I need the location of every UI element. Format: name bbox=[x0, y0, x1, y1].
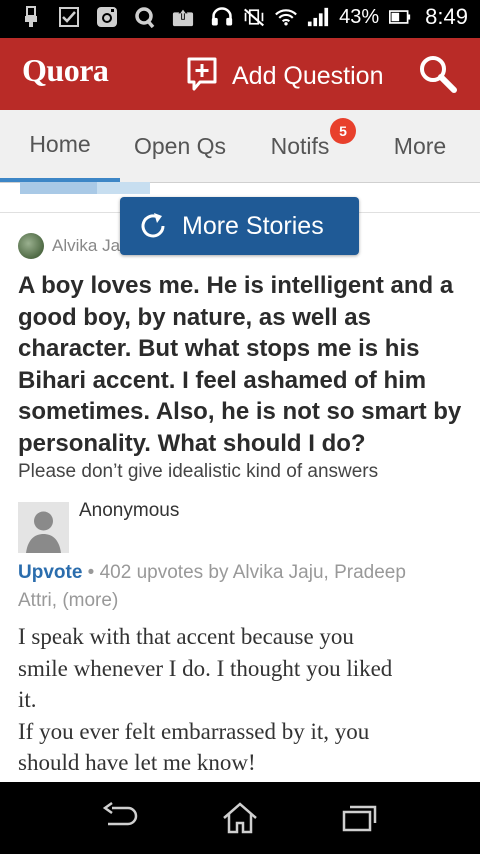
tab-open-qs-label: Open Qs bbox=[133, 132, 227, 159]
battery-icon bbox=[389, 6, 411, 28]
add-question-label: Add Question bbox=[232, 62, 384, 90]
answer-text[interactable]: I speak with that accent because you smi… bbox=[18, 621, 466, 779]
upvote-button[interactable]: Upvote bbox=[18, 562, 82, 583]
upload-icon bbox=[172, 6, 194, 28]
tab-home-label: Home bbox=[29, 130, 91, 157]
add-question-icon bbox=[186, 56, 218, 97]
answer-line: I speak with that accent because you bbox=[18, 624, 354, 649]
question-details: Please don’t give idealistic kind of ans… bbox=[18, 461, 379, 482]
notification-icons bbox=[20, 6, 194, 28]
tab-bar: Home Open Qs Notifs 5 More bbox=[0, 110, 480, 183]
headset-icon bbox=[211, 6, 233, 28]
tab-open-qs[interactable]: Open Qs bbox=[120, 110, 240, 182]
upvote-line: Upvote • 402 upvotes by Alvika Jaju, Pra… bbox=[18, 559, 466, 615]
back-icon[interactable] bbox=[100, 800, 140, 836]
instagram-icon bbox=[96, 6, 118, 28]
question-line: Bihari accent. I feel ashamed of him bbox=[18, 366, 427, 394]
system-nav-bar bbox=[0, 782, 480, 854]
answer-line: it. bbox=[18, 687, 37, 712]
wifi-icon bbox=[275, 6, 298, 28]
q-icon bbox=[134, 6, 156, 28]
status-bar: 43% 8:49 bbox=[0, 0, 480, 38]
upvote-count: • 402 upvotes by Alvika Jaju, Pradeep bbox=[82, 562, 406, 583]
tab-more-label: More bbox=[393, 132, 447, 159]
clock: 8:49 bbox=[425, 4, 468, 29]
tab-notifs-label: Notifs bbox=[270, 132, 330, 159]
battery-percent: 43% bbox=[339, 5, 380, 28]
tab-more[interactable]: More bbox=[360, 110, 480, 182]
question-title[interactable]: A boy loves me. He is intelligent and a … bbox=[18, 270, 466, 459]
tab-home[interactable]: Home bbox=[0, 110, 120, 182]
more-stories-button[interactable]: More Stories bbox=[120, 197, 359, 255]
notifs-badge: 5 bbox=[330, 118, 356, 144]
question-line: sometimes. Also, he is not so smart by bbox=[18, 398, 462, 425]
checkbox-icon bbox=[58, 6, 80, 28]
question-line: A boy loves me. He is intelligent and a bbox=[18, 272, 454, 299]
upvoters-more[interactable]: Attri, (more) bbox=[18, 590, 118, 611]
question-line: personality. What should I do? bbox=[18, 429, 366, 457]
answer-author[interactable]: Anonymous bbox=[79, 500, 179, 522]
question-line: good boy, by nature, as well as bbox=[18, 303, 371, 331]
recent-apps-icon[interactable] bbox=[340, 800, 380, 836]
answer-line: If you ever felt embarrassed by it, you bbox=[18, 718, 370, 744]
system-icons: 43% 8:49 bbox=[211, 4, 468, 30]
avatar bbox=[18, 233, 44, 259]
answer-line: should have let me know! bbox=[18, 750, 256, 775]
more-stories-label: More Stories bbox=[182, 211, 324, 240]
add-question-button[interactable]: Add Question bbox=[186, 56, 384, 97]
app-header: Quora Add Question bbox=[0, 38, 480, 110]
author-name: Alvika Ja bbox=[52, 236, 121, 255]
question-line: character. But what stops me is his bbox=[18, 335, 420, 362]
answer-line: smile whenever I do. I thought you liked bbox=[18, 655, 393, 681]
anonymous-avatar bbox=[18, 502, 69, 553]
refresh-icon bbox=[138, 211, 168, 241]
no-vibrate-icon bbox=[243, 6, 265, 28]
signal-icon bbox=[307, 6, 329, 28]
hidden-bar-remnant-segment bbox=[20, 182, 97, 194]
search-icon[interactable] bbox=[418, 54, 458, 94]
usb-icon bbox=[20, 6, 42, 28]
question-author[interactable]: Alvika Ja bbox=[18, 233, 120, 259]
home-icon[interactable] bbox=[220, 800, 260, 836]
quora-logo[interactable]: Quora bbox=[22, 52, 109, 89]
